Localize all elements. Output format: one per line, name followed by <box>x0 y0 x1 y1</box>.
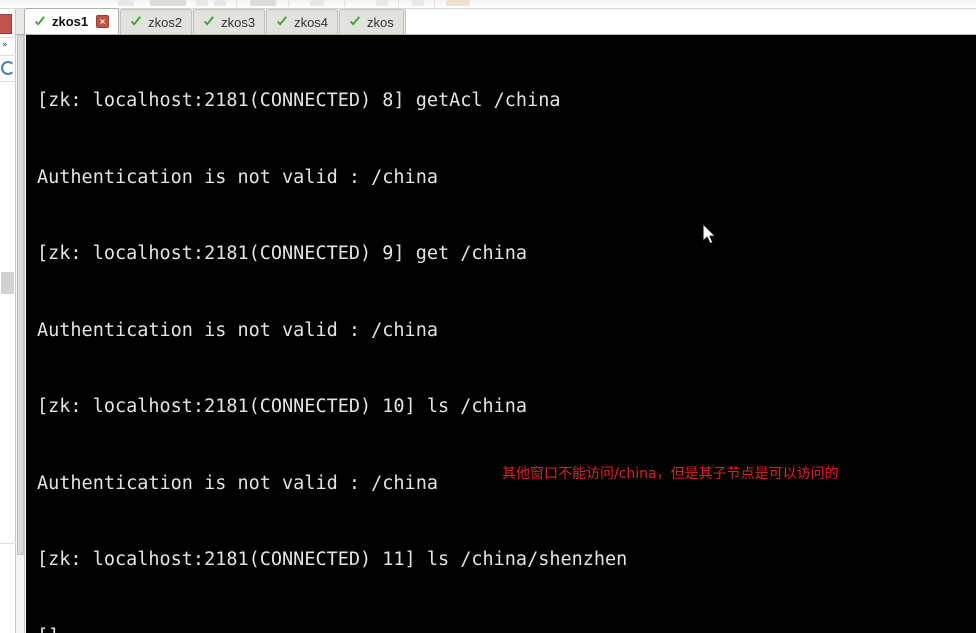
toolbar-separator-4 <box>398 0 399 7</box>
tab-zkos2[interactable]: zkos2 <box>120 9 193 34</box>
terminal-screen[interactable]: [zk: localhost:2181(CONNECTED) 8] getAcl… <box>26 35 976 633</box>
green-check-icon <box>129 15 143 29</box>
tab-zkos1[interactable]: zkos1 × <box>24 8 120 34</box>
toolbar-icon-1[interactable] <box>118 0 134 6</box>
toolbar-icon-6[interactable] <box>310 0 324 6</box>
terminal-line: [zk: localhost:2181(CONNECTED) 10] ls /c… <box>37 396 528 417</box>
terminal-scrollbar-thumb[interactable] <box>17 35 24 555</box>
tab-bar: zkos1 × zkos2 zkos3 zkos4 zkos <box>16 8 976 35</box>
rail-divider-4 <box>0 543 16 544</box>
toolbar-strip[interactable] <box>0 0 976 9</box>
tab-label: zkos4 <box>294 14 329 30</box>
close-icon[interactable]: × <box>96 15 110 28</box>
terminal-output: [zk: localhost:2181(CONNECTED) 8] getAcl… <box>37 37 638 633</box>
rail-scroll-thumb[interactable] <box>1 272 14 294</box>
green-check-icon <box>202 15 216 29</box>
terminal-line: [] <box>37 624 638 633</box>
tab-zkos4[interactable]: zkos4 <box>266 9 339 34</box>
tab-label: zkos3 <box>221 14 256 30</box>
tab-bar-empty-area <box>404 9 976 34</box>
toolbar-separator-2 <box>288 0 289 7</box>
green-check-icon <box>275 15 289 29</box>
terminal-line: [zk: localhost:2181(CONNECTED) 8] getAcl… <box>37 90 561 111</box>
toolbar-icon-3[interactable] <box>196 0 208 6</box>
terminal-scrollbar[interactable] <box>16 35 25 633</box>
toolbar-separator-1 <box>236 0 237 7</box>
circle-arrow-icon[interactable] <box>1 61 15 75</box>
terminal-panel: [zk: localhost:2181(CONNECTED) 8] getAcl… <box>16 35 976 633</box>
rail-divider-3 <box>0 81 16 82</box>
tab-label: zkos <box>367 14 394 30</box>
tab-label: zkos2 <box>148 14 183 30</box>
mouse-pointer-icon <box>702 223 718 247</box>
tab-zkos[interactable]: zkos <box>339 9 404 34</box>
chevron-right-icon[interactable]: » <box>2 41 14 50</box>
toolbar-separator-3 <box>344 0 345 7</box>
red-square-icon[interactable] <box>0 14 12 34</box>
tab-zkos3[interactable]: zkos3 <box>193 9 266 34</box>
toolbar-icon-9[interactable] <box>446 0 470 6</box>
tab-label: zkos1 <box>52 14 89 29</box>
terminal-line: Authentication is not valid : /china <box>37 319 438 341</box>
green-check-icon <box>348 15 362 29</box>
toolbar-icon-4[interactable] <box>214 0 226 6</box>
toolbar-icon-5[interactable] <box>250 0 276 6</box>
left-rail: » <box>0 9 16 633</box>
rail-divider-1 <box>0 37 16 38</box>
app-window: » zkos1 × zkos2 zkos3 zkos4 zkos [zk: lo… <box>0 0 976 633</box>
annotation-note: 其他窗口不能访问/china，但是其子节点是可以访问的 <box>502 466 839 482</box>
toolbar-separator-5 <box>434 0 435 7</box>
toolbar-icon-7[interactable] <box>376 0 388 6</box>
green-check-icon <box>33 15 47 29</box>
toolbar-icon-2[interactable] <box>150 0 186 6</box>
rail-divider-2 <box>0 55 16 56</box>
terminal-line: Authentication is not valid : /china <box>37 166 438 188</box>
toolbar-icon-8[interactable] <box>412 0 424 6</box>
terminal-line: [zk: localhost:2181(CONNECTED) 11] ls /c… <box>37 549 628 570</box>
terminal-line: [zk: localhost:2181(CONNECTED) 9] get /c… <box>37 243 528 264</box>
